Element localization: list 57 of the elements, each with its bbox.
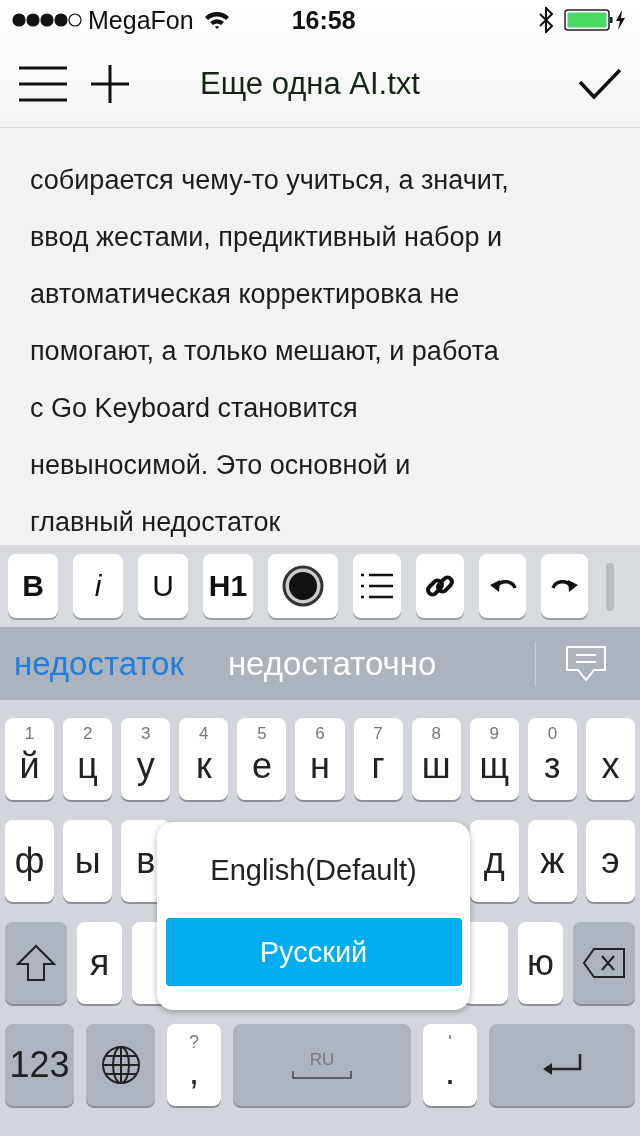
checkmark-icon[interactable] [578,67,622,100]
keyboard-key[interactable]: 4 к [179,718,229,800]
comma-key[interactable]: ? , [167,1024,221,1106]
keyboard-key[interactable]: ы [63,820,113,902]
keyboard-key[interactable]: ю [517,922,563,1004]
clock-time: 16:58 [291,5,357,35]
keyboard-key[interactable]: 9 щ [469,718,519,800]
scroll-handle[interactable] [606,563,614,611]
period-key[interactable]: ' . [423,1024,477,1106]
record-icon [282,565,324,607]
return-icon [542,1053,582,1077]
delete-key[interactable] [573,922,635,1004]
keyboard-key[interactable]: 1 й [5,718,55,800]
document-title: Еще одна AI.txt [200,65,421,102]
keyboard-key[interactable]: 7 г [353,718,403,800]
delete-icon [582,947,626,979]
format-button[interactable]: U [138,554,188,618]
keyboard-key[interactable]: 2 ц [63,718,113,800]
undo-button[interactable] [479,554,526,618]
plus-icon[interactable] [90,63,130,104]
shift-key[interactable] [5,922,67,1004]
text-line: невыносимой. Это основной и [30,449,412,482]
text-line: автоматическая корректировка не [30,278,461,311]
list-button[interactable] [353,554,401,618]
globe-key[interactable] [86,1024,155,1106]
redo-button[interactable] [541,554,588,618]
keyboard-key[interactable]: э [585,820,635,902]
shift-icon [16,944,56,982]
wifi-icon [203,10,230,30]
carrier-name: MegaFon [88,5,194,35]
record-button[interactable] [268,554,338,618]
link-button[interactable] [416,554,464,618]
keyboard-key[interactable]: 8 ш [411,718,461,800]
list-icon [361,573,393,599]
keyboard-key[interactable]: ж [527,820,577,902]
text-line: с Go Keyboard становится [30,392,359,425]
signal-icon [12,12,82,28]
keyboard-key[interactable]: 0 з [527,718,577,800]
menu-icon[interactable] [18,65,68,102]
keyboard-key[interactable]: я [77,922,123,1004]
keyboard-key[interactable]: д [469,820,519,902]
text-line: собирается чему-то учиться, а значит, [30,164,510,197]
format-button[interactable]: B [8,554,58,618]
keyboard-key[interactable]: х [585,718,635,800]
bluetooth-icon [538,7,554,33]
space-bar-icon [292,1070,352,1080]
format-button[interactable]: H1 [203,554,253,618]
globe-icon [100,1045,141,1085]
text-line: помогают, а только мешают, и работа [30,335,500,368]
keyboard-key[interactable]: 6 н [295,718,345,800]
numbers-key[interactable]: 123 [5,1024,74,1106]
text-line: главный недостаток [30,506,282,539]
format-button[interactable]: i [73,554,123,618]
keyboard-key[interactable]: 3 у [121,718,171,800]
text-line: ввод жестами, предиктивный набор и [30,221,504,254]
keyboard-key[interactable]: ф [5,820,55,902]
keyboard-key[interactable]: 5 е [237,718,287,800]
